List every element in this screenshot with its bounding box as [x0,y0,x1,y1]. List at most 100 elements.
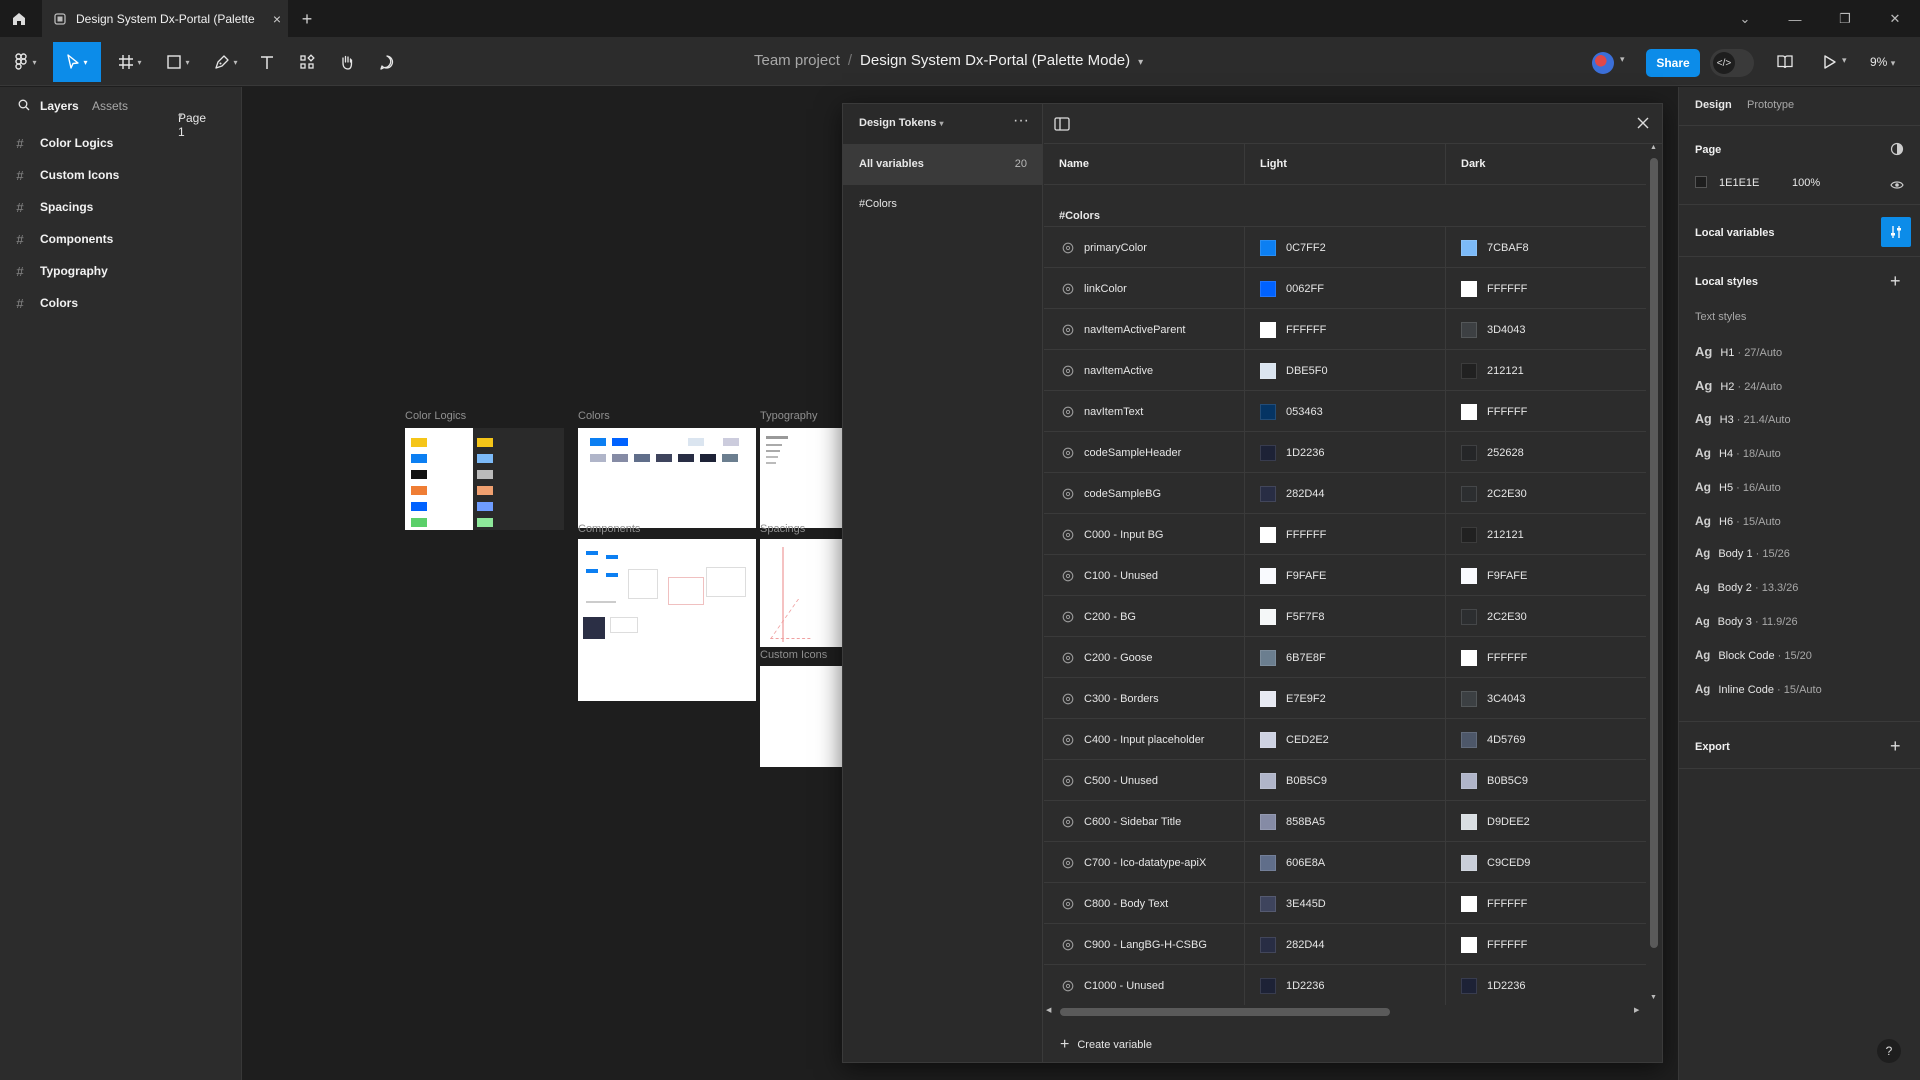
add-export-icon[interactable]: + [1890,736,1901,757]
variable-light-cell[interactable]: 1D2236 [1245,432,1446,473]
color-swatch[interactable] [1461,362,1477,379]
resources-tool-button[interactable] [292,42,322,82]
page-color-swatch[interactable] [1695,176,1707,188]
window-close-icon[interactable]: ✕ [1870,0,1920,38]
text-style-item[interactable]: Ag H5 · 16/Auto [1695,480,1781,494]
variable-dark-cell[interactable]: FFFFFF [1446,391,1646,432]
dev-mode-toggle[interactable]: </> [1710,49,1754,77]
variable-dark-cell[interactable]: 4D5769 [1446,719,1646,760]
variable-row[interactable]: primaryColor 0C7FF2 7CBAF8 [1044,227,1646,268]
file-tab[interactable]: Design System Dx-Portal (Palette × [42,0,288,38]
color-swatch[interactable] [1461,485,1477,502]
text-style-item[interactable]: Ag Body 2 · 13.3/26 [1695,582,1798,594]
frame-label-custom-icons[interactable]: Custom Icons [760,649,827,661]
variable-name-cell[interactable]: navItemText [1044,391,1245,432]
frame-tool-button[interactable]: ▾ [110,42,150,82]
tab-prototype[interactable]: Prototype [1747,99,1794,111]
column-header-name[interactable]: Name [1044,144,1245,185]
variable-light-cell[interactable]: FFFFFF [1245,309,1446,350]
variable-dark-cell[interactable]: FFFFFF [1446,268,1646,309]
avatar[interactable] [1592,52,1614,74]
color-swatch[interactable] [1260,813,1276,830]
variable-light-cell[interactable]: CED2E2 [1245,719,1446,760]
variable-light-cell[interactable]: 282D44 [1245,473,1446,514]
color-swatch[interactable] [1260,977,1276,994]
layer-custom-icons[interactable]: # Custom Icons [0,159,242,191]
tab-assets[interactable]: Assets [92,99,128,113]
color-swatch[interactable] [1260,485,1276,502]
frame-components[interactable] [578,539,756,701]
variable-name-cell[interactable]: C1000 - Unused [1044,965,1245,1005]
variable-dark-cell[interactable]: FFFFFF [1446,637,1646,678]
layer-spacings[interactable]: # Spacings [0,191,242,223]
text-tool-button[interactable] [252,42,282,82]
color-swatch[interactable] [1461,895,1477,912]
color-swatch[interactable] [1260,731,1276,748]
variable-light-cell[interactable]: B0B5C9 [1245,760,1446,801]
variable-dark-cell[interactable]: B0B5C9 [1446,760,1646,801]
page-color-value[interactable]: 1E1E1E [1719,177,1759,189]
variable-dark-cell[interactable]: 252628 [1446,432,1646,473]
variable-light-cell[interactable]: 053463 [1245,391,1446,432]
variable-row[interactable]: C000 - Input BG FFFFFF 212121 [1044,514,1646,555]
text-style-item[interactable]: Ag H3 · 21.4/Auto [1695,412,1791,426]
frame-label-components[interactable]: Components [578,523,640,535]
variable-dark-cell[interactable]: 2C2E30 [1446,596,1646,637]
color-swatch[interactable] [1461,444,1477,461]
text-style-item[interactable]: Ag H2 · 24/Auto [1695,378,1782,393]
color-swatch[interactable] [1461,936,1477,953]
minimize-icon[interactable]: — [1770,0,1820,38]
chevron-down-icon[interactable]: ▾ [1138,57,1143,68]
horizontal-scrollbar[interactable]: ◀ ▶ [1044,1005,1646,1019]
variable-row[interactable]: C400 - Input placeholder CED2E2 4D5769 [1044,719,1646,760]
column-header-dark[interactable]: Dark [1446,144,1646,185]
color-swatch[interactable] [1461,772,1477,789]
variable-dark-cell[interactable]: C9CED9 [1446,842,1646,883]
text-style-item[interactable]: Ag Inline Code · 15/Auto [1695,684,1822,696]
team-project-link[interactable]: Team project [754,52,840,69]
variable-name-cell[interactable]: C200 - BG [1044,596,1245,637]
layer-typography[interactable]: # Typography [0,255,242,287]
color-swatch[interactable] [1260,567,1276,584]
create-variable-button[interactable]: + Create variable [1060,1036,1152,1054]
variable-dark-cell[interactable]: 7CBAF8 [1446,227,1646,268]
variable-name-cell[interactable]: primaryColor [1044,227,1245,268]
variable-row[interactable]: C600 - Sidebar Title 858BA5 D9DEE2 [1044,801,1646,842]
variable-dark-cell[interactable]: FFFFFF [1446,924,1646,965]
tab-list-chevron-icon[interactable]: ⌄ [1720,0,1770,38]
variable-name-cell[interactable]: codeSampleHeader [1044,432,1245,473]
variable-row[interactable]: codeSampleHeader 1D2236 252628 [1044,432,1646,473]
variable-light-cell[interactable]: 3E445D [1245,883,1446,924]
color-swatch[interactable] [1260,444,1276,461]
move-tool-button[interactable]: ▾ [53,42,101,82]
frame-spacings[interactable] [760,539,842,647]
close-icon[interactable] [1636,116,1650,135]
variable-dark-cell[interactable]: 2C2E30 [1446,473,1646,514]
color-swatch[interactable] [1260,895,1276,912]
layer-colors[interactable]: # Colors [0,287,242,319]
variable-name-cell[interactable]: C700 - Ico-datatype-apiX [1044,842,1245,883]
hand-tool-button[interactable] [332,42,362,82]
present-icon[interactable] [1822,53,1838,76]
scroll-left-icon[interactable]: ◀ [1046,1006,1051,1014]
color-swatch[interactable] [1461,403,1477,420]
variable-row[interactable]: C800 - Body Text 3E445D FFFFFF [1044,883,1646,924]
file-name[interactable]: Design System Dx-Portal (Palette Mode) [860,52,1130,69]
collection-selector[interactable]: Design Tokens ▾ [859,117,944,129]
color-swatch[interactable] [1461,813,1477,830]
variable-name-cell[interactable]: codeSampleBG [1044,473,1245,514]
variable-row[interactable]: C200 - BG F5F7F8 2C2E30 [1044,596,1646,637]
variable-light-cell[interactable]: 282D44 [1245,924,1446,965]
color-swatch[interactable] [1260,936,1276,953]
variable-name-cell[interactable]: C200 - Goose [1044,637,1245,678]
variable-row[interactable]: C1000 - Unused 1D2236 1D2236 [1044,965,1646,1005]
layer-color-logics[interactable]: # Color Logics [0,127,242,159]
color-swatch[interactable] [1260,649,1276,666]
variable-row[interactable]: C200 - Goose 6B7E8F FFFFFF [1044,637,1646,678]
color-swatch[interactable] [1260,690,1276,707]
tab-layers[interactable]: Layers [40,99,79,113]
variable-dark-cell[interactable]: 1D2236 [1446,965,1646,1005]
frame-label-colors[interactable]: Colors [578,410,610,422]
scroll-right-icon[interactable]: ▶ [1634,1006,1639,1014]
page-opacity-value[interactable]: 100% [1792,177,1820,189]
